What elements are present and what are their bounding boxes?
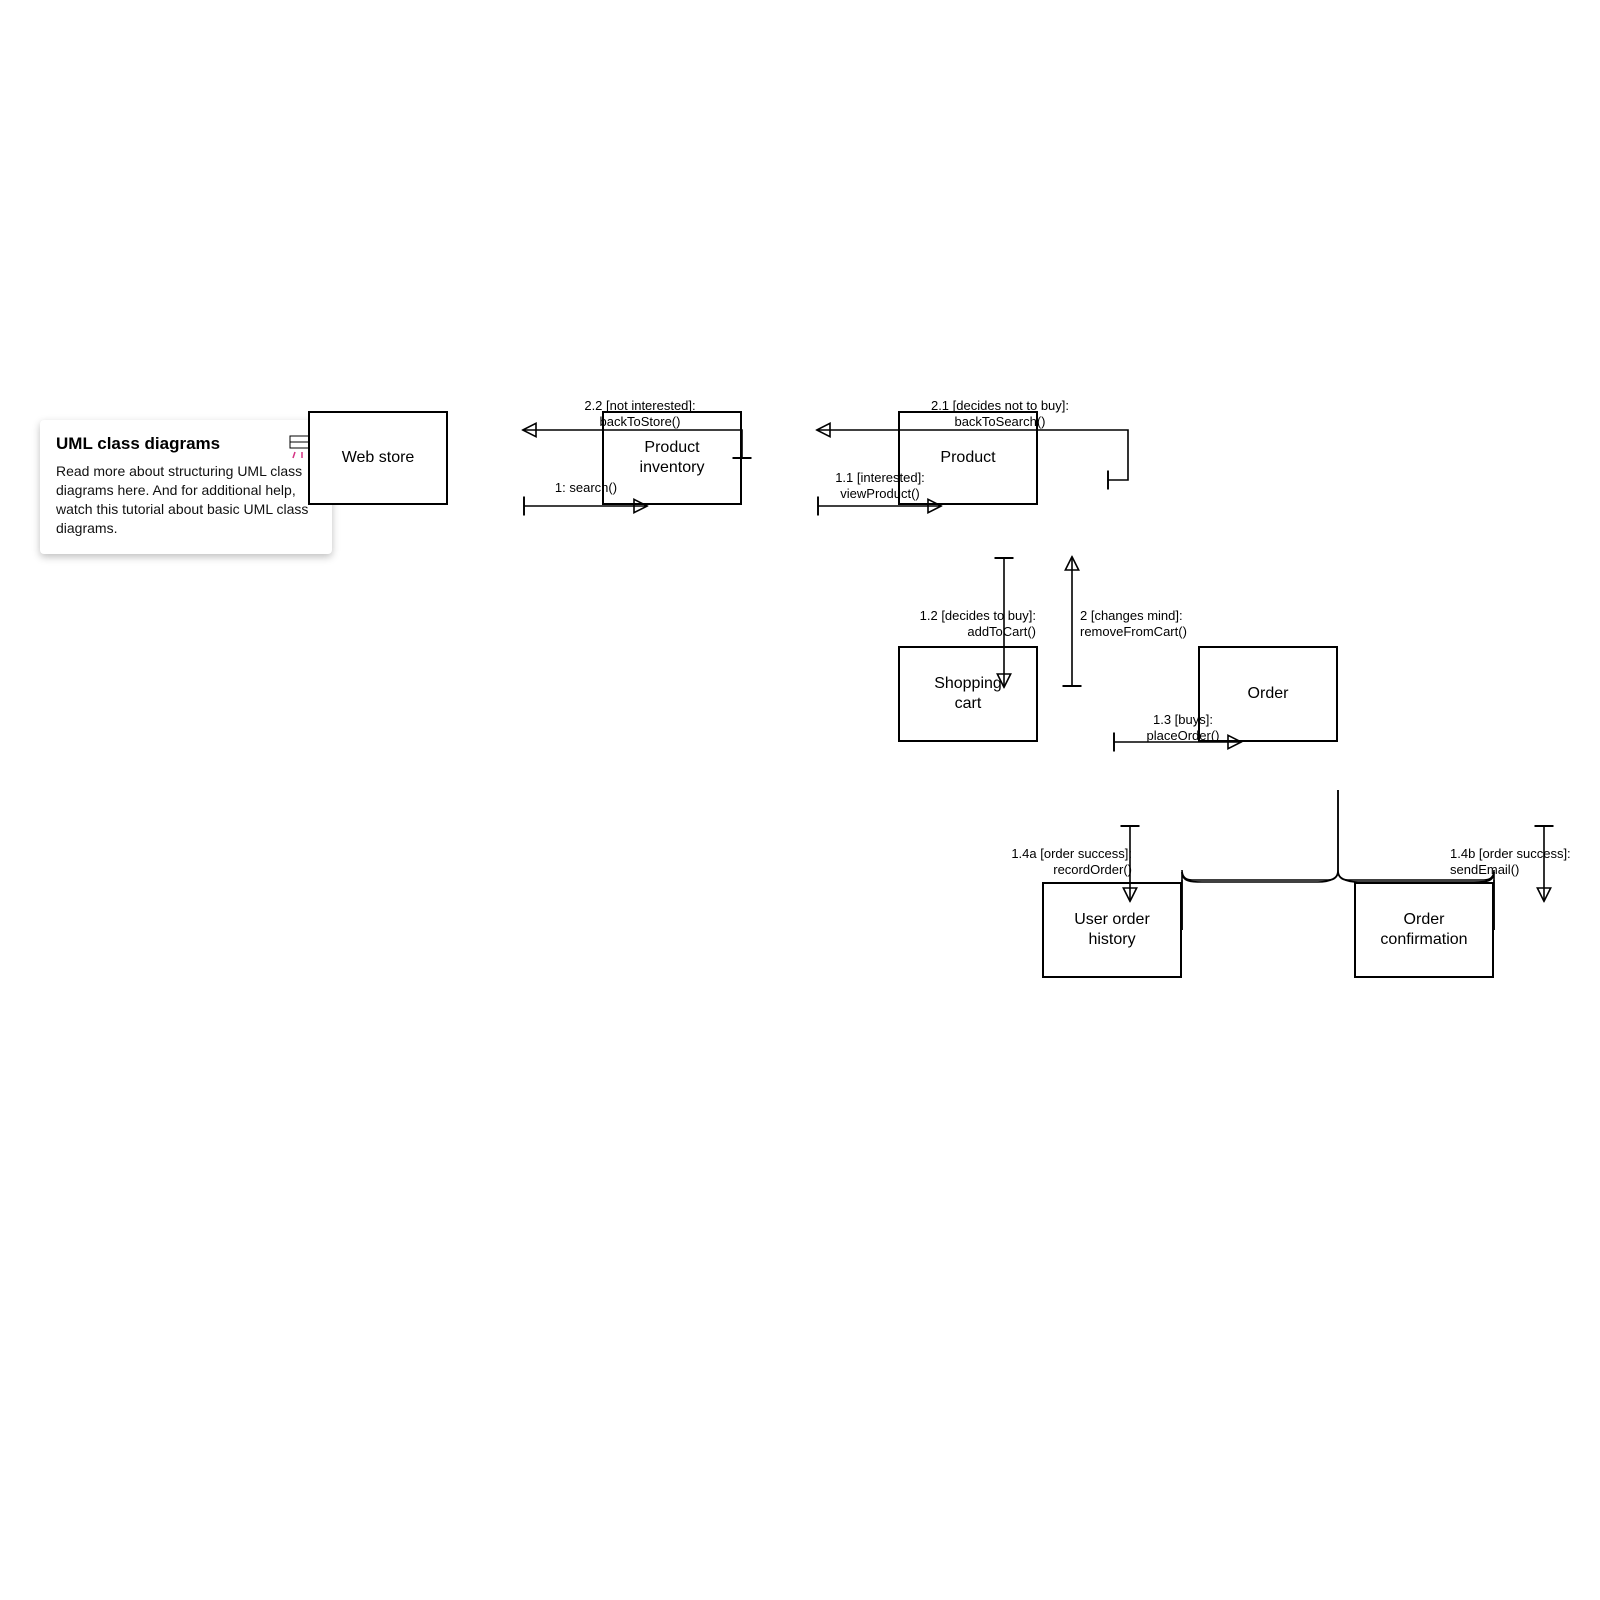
arrows-layer bbox=[0, 0, 1600, 1600]
label-viewproduct: 1.1 [interested]: viewProduct() bbox=[820, 470, 940, 503]
label-sendemail: 1.4b [order success]: sendEmail() bbox=[1450, 846, 1600, 879]
info-card-body: Read more about structuring UML class di… bbox=[56, 462, 316, 538]
label-backtosearch: 2.1 [decides not to buy]: backToSearch() bbox=[900, 398, 1100, 431]
label-addtocart: 1.2 [decides to buy]: addToCart() bbox=[856, 608, 1036, 641]
node-cart[interactable]: Shopping cart bbox=[898, 646, 1038, 742]
diagram-canvas: UML class diagrams Read more about struc… bbox=[0, 0, 1600, 1600]
info-card[interactable]: UML class diagrams Read more about struc… bbox=[40, 420, 332, 554]
node-history[interactable]: User order history bbox=[1042, 882, 1182, 978]
label-removefromcart: 2 [changes mind]: removeFromCart() bbox=[1080, 608, 1250, 641]
node-web-store[interactable]: Web store bbox=[308, 411, 448, 505]
label-recordorder: 1.4a [order success]: recordOrder() bbox=[952, 846, 1132, 879]
info-card-title: UML class diagrams bbox=[56, 434, 220, 454]
label-placeorder: 1.3 [buys]: placeOrder() bbox=[1128, 712, 1238, 745]
node-confirm[interactable]: Order confirmation bbox=[1354, 882, 1494, 978]
label-backtostore: 2.2 [not interested]: backToStore() bbox=[550, 398, 730, 431]
label-search: 1: search() bbox=[546, 480, 626, 496]
